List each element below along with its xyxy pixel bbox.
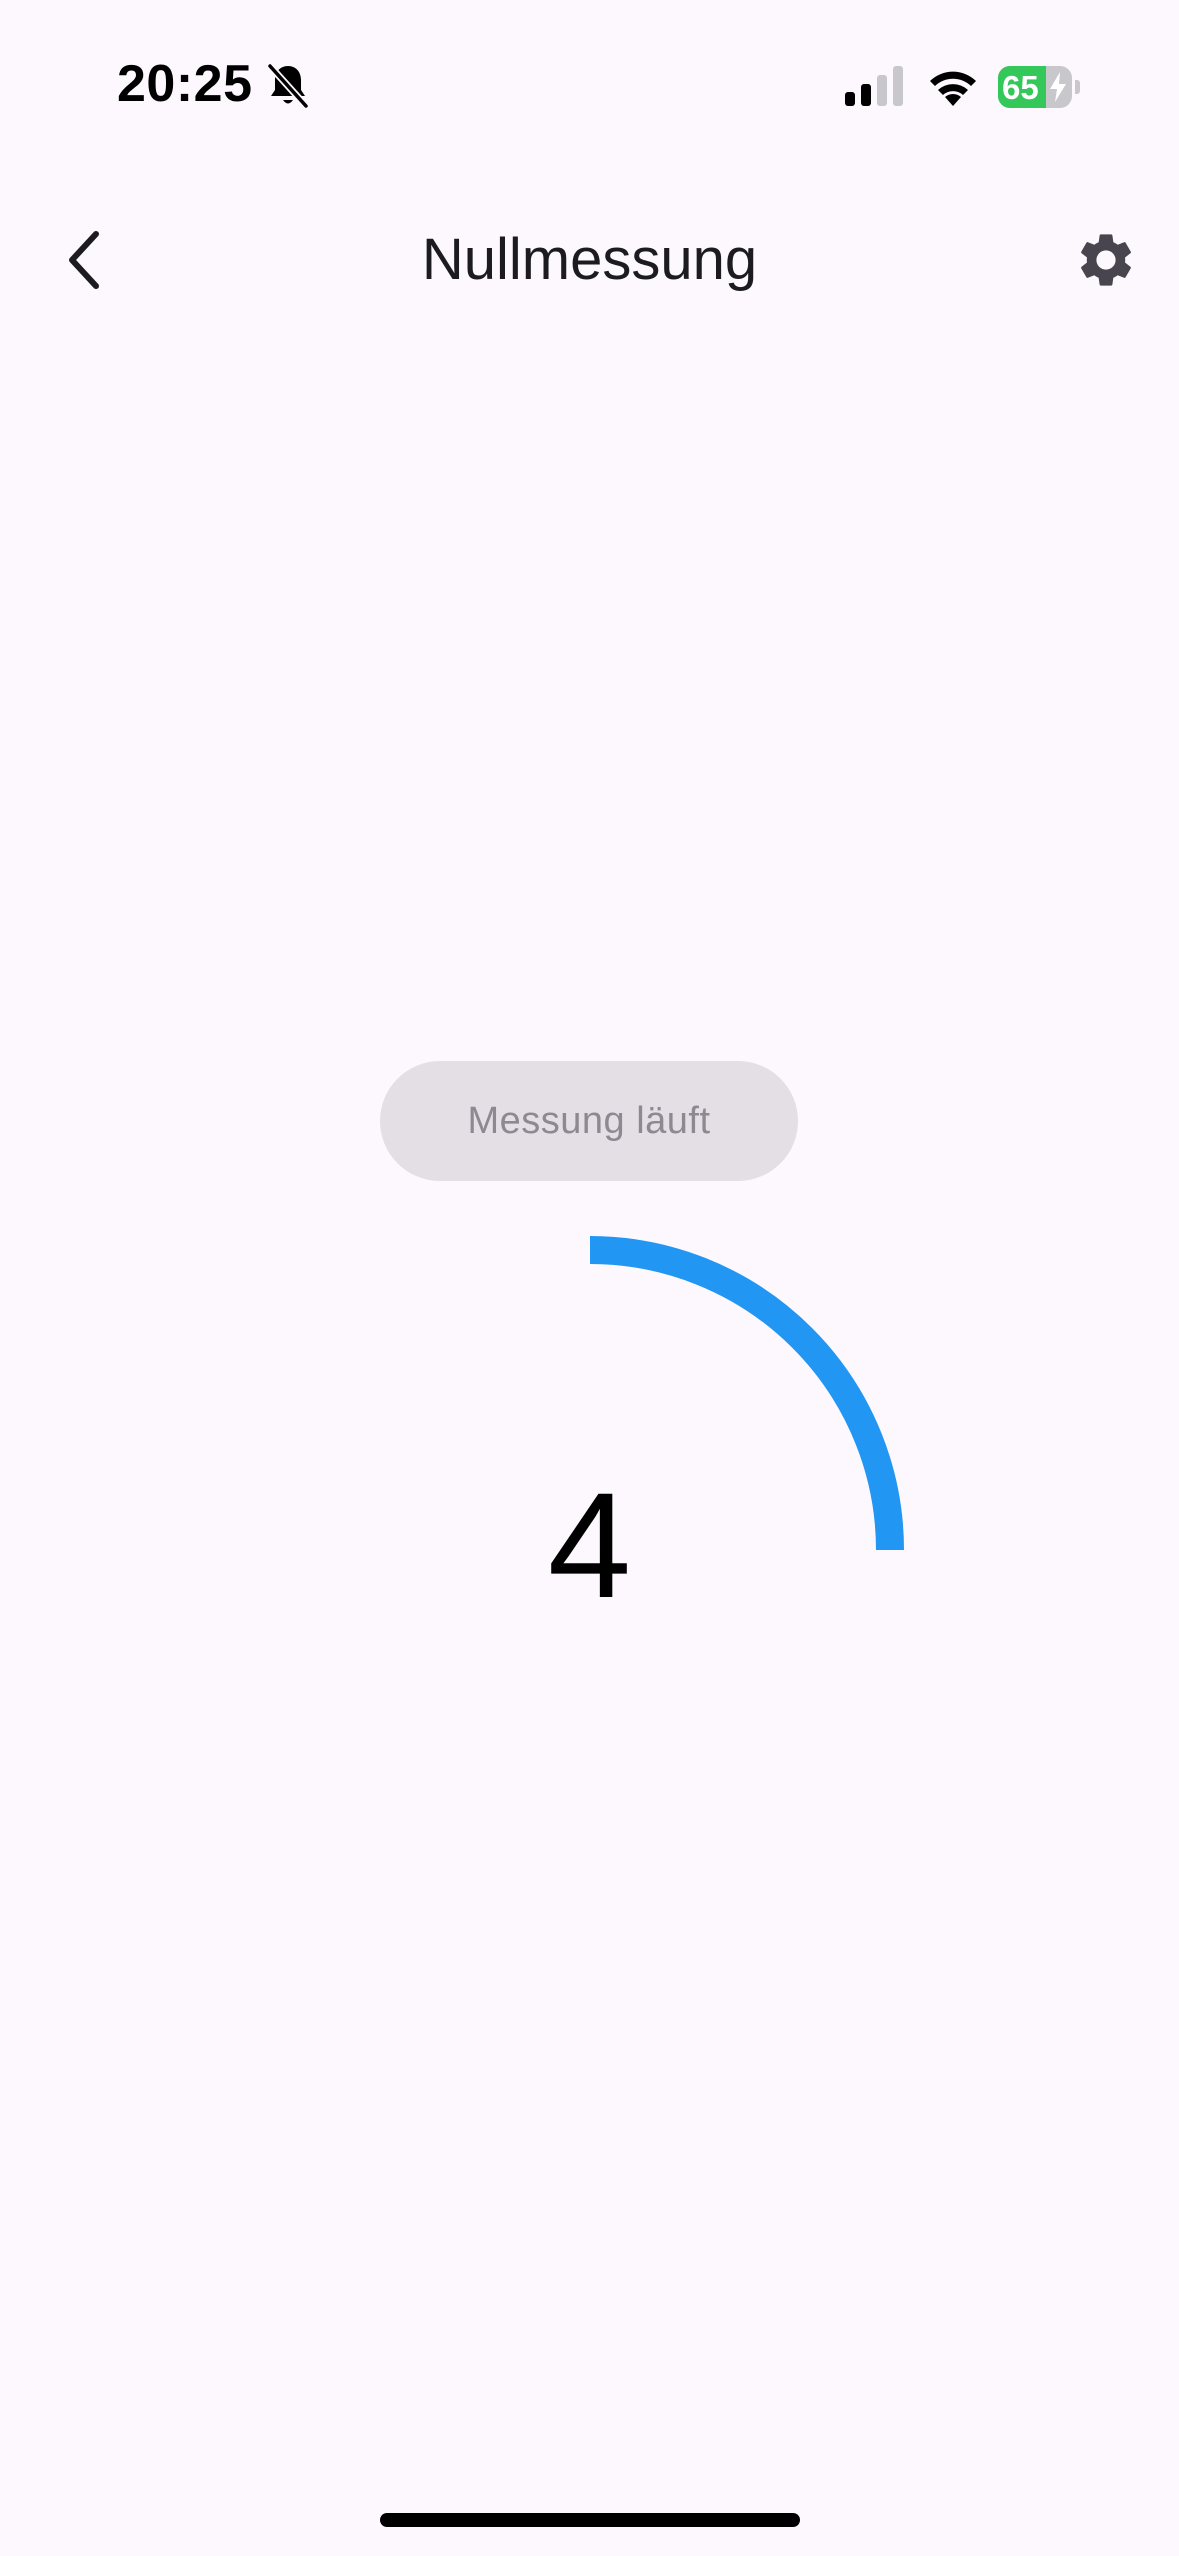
progress-ring <box>589 1236 904 1551</box>
countdown-value: 4 <box>547 1461 632 1629</box>
bell-slash-icon <box>267 63 309 109</box>
bolt-icon <box>1050 72 1066 102</box>
status-time: 20:25 <box>117 55 253 113</box>
wifi-icon <box>930 71 976 106</box>
page-title: Nullmessung <box>421 227 758 292</box>
gear-icon <box>1081 234 1131 286</box>
home-indicator[interactable] <box>380 2513 800 2527</box>
battery-charging-icon: 65 <box>998 66 1080 108</box>
status-bar: 20:25 65 <box>0 0 1179 170</box>
cellular-signal-icon <box>845 66 903 106</box>
settings-button[interactable] <box>1066 220 1146 300</box>
measurement-status-button[interactable]: Messung läuft <box>380 1061 798 1181</box>
battery-level: 65 <box>1002 69 1039 106</box>
app-bar: Nullmessung <box>0 190 1179 330</box>
